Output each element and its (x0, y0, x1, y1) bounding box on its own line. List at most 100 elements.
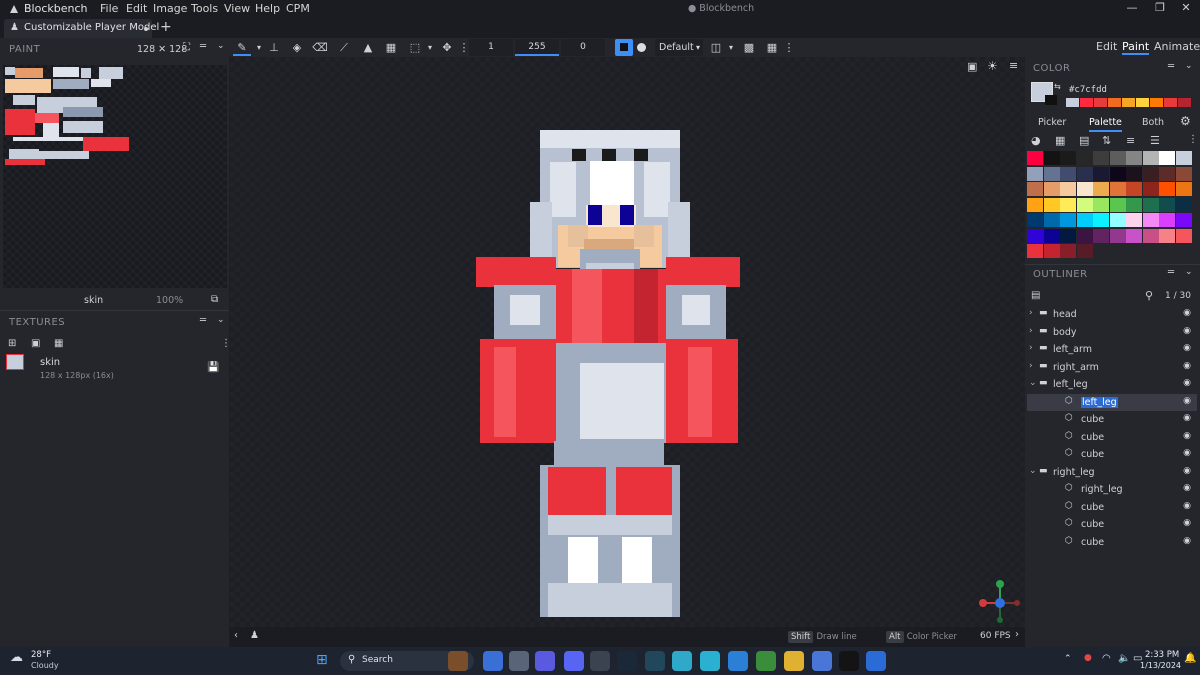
palette-swatch[interactable] (1142, 151, 1159, 165)
new-texture-icon[interactable]: ▣ (31, 338, 40, 349)
taskbar-app-blockbench-icon[interactable] (866, 651, 886, 671)
gear-icon[interactable]: ⚙ (1180, 114, 1191, 128)
chevron-right-icon[interactable]: › (1029, 308, 1033, 318)
chevron-down-icon[interactable]: ⌄ (1185, 61, 1193, 71)
palette-swatch[interactable] (1126, 213, 1142, 227)
blend-mode-select[interactable]: Default ▾ (655, 39, 703, 56)
taskbar-app-code-icon[interactable] (672, 651, 692, 671)
taskbar-app-game-icon[interactable] (645, 651, 665, 671)
palette-swatch[interactable] (1109, 197, 1126, 212)
move-tool-icon[interactable]: ✥ (438, 39, 456, 56)
eye-visibility-icon[interactable]: ◉ (1183, 413, 1191, 423)
outliner-menu-icon[interactable]: ═ (1168, 267, 1174, 278)
menu-file[interactable]: File (100, 2, 118, 15)
mode-animate[interactable]: Animate (1154, 40, 1200, 53)
palette-swatch[interactable] (1043, 213, 1060, 227)
palette-swatch[interactable] (1076, 244, 1093, 258)
outliner-cube-row[interactable]: ⬡ cube ◉ (1027, 534, 1197, 551)
palette-swatch[interactable] (1126, 228, 1142, 243)
palette-swatch[interactable] (1109, 166, 1126, 181)
taskbar-app-discord-icon[interactable] (564, 651, 584, 671)
stamp-tool-icon[interactable]: ⊥ (265, 39, 283, 56)
taskbar-app-explorer-icon[interactable] (784, 651, 804, 671)
palette-swatch[interactable] (1093, 182, 1109, 196)
opacity-input[interactable]: 255 (515, 39, 559, 56)
toolbar-more2-icon[interactable]: ⋮ (780, 39, 798, 56)
palette-swatch[interactable] (1027, 244, 1043, 258)
palette-swatch[interactable] (1027, 151, 1043, 165)
palette-swatch[interactable] (1175, 213, 1192, 227)
palette-icon[interactable]: ◕ (1031, 134, 1041, 147)
outliner-group-row[interactable]: ⌄ ▬ right_leg ◉ (1027, 464, 1197, 481)
outliner-cube-row[interactable]: ⬡ cube ◉ (1027, 446, 1197, 463)
textures-menu-icon[interactable]: ═ (200, 315, 206, 326)
palette-swatch[interactable] (1126, 151, 1142, 165)
palette-swatch[interactable] (1076, 166, 1093, 181)
volume-icon[interactable]: 🔈 (1118, 653, 1130, 664)
mirror-dropdown-icon[interactable]: ▾ (722, 39, 740, 56)
mode-edit[interactable]: Edit (1096, 40, 1117, 53)
chevron-down-icon[interactable]: ⌄ (217, 315, 225, 325)
palette-swatch[interactable] (1093, 151, 1109, 165)
palette-swatch[interactable] (1126, 166, 1142, 181)
add-to-palette-icon[interactable]: ≡ (1126, 134, 1135, 147)
recent-color-swatch[interactable] (1178, 98, 1191, 107)
chevron-down-icon[interactable]: ⌄ (1029, 466, 1037, 476)
taskbar-app-utility-icon[interactable] (590, 651, 610, 671)
fill-tool-icon[interactable]: ◈ (288, 39, 306, 56)
chevron-right-icon[interactable]: › (1029, 326, 1033, 336)
3d-viewport[interactable]: ▣ ☀ ≡ (230, 57, 1025, 627)
recent-color-swatch[interactable] (1164, 98, 1177, 107)
gradient-tool-icon[interactable]: ▦ (382, 39, 400, 56)
palette-swatch[interactable] (1027, 166, 1043, 181)
recent-color-swatch[interactable] (1108, 98, 1121, 107)
eraser-tool-icon[interactable]: ⌫ (311, 39, 329, 56)
secondary-color-swatch[interactable] (1045, 95, 1057, 105)
checkerboard-icon[interactable]: ▩ (740, 39, 758, 56)
chevron-left-icon[interactable]: ‹ (234, 630, 238, 641)
eye-visibility-icon[interactable]: ◉ (1183, 361, 1191, 371)
palette-swatch[interactable] (1076, 151, 1093, 165)
palette-swatch[interactable] (1159, 228, 1175, 243)
eye-visibility-icon[interactable]: ◉ (1183, 431, 1191, 441)
outliner-group-row[interactable]: ⌄ ▬ left_leg ◉ (1027, 376, 1197, 393)
eye-visibility-icon[interactable]: ◉ (1183, 396, 1191, 406)
tab-palette[interactable]: Palette (1089, 117, 1122, 132)
palette-swatch[interactable] (1175, 228, 1192, 243)
palette-swatch[interactable] (1093, 166, 1109, 181)
swap-colors-icon[interactable]: ⇆ (1054, 82, 1061, 91)
palette-grid-icon[interactable]: ▤ (1079, 134, 1089, 147)
outliner-add-icon[interactable]: ▤ (1031, 290, 1040, 301)
palette-swatch[interactable] (1060, 182, 1076, 196)
texture-item-name[interactable]: skin (40, 357, 60, 368)
palette-swatch[interactable] (1142, 166, 1159, 181)
mode-paint[interactable]: Paint (1122, 40, 1150, 55)
eye-visibility-icon[interactable]: ◉ (1183, 518, 1191, 528)
recent-color-swatch[interactable] (1080, 98, 1093, 107)
chevron-down-icon[interactable]: ⌄ (217, 41, 225, 51)
palette-swatch[interactable] (1027, 213, 1043, 227)
eye-visibility-icon[interactable]: ◉ (1183, 308, 1191, 318)
color-picker-tool-icon[interactable]: ⟋ (335, 39, 353, 56)
taskbar-app-minecraft-icon[interactable] (756, 651, 776, 671)
grid-icon[interactable]: ▦ (763, 39, 781, 56)
windows-start-icon[interactable]: ⊞ (316, 652, 328, 668)
uv-editor-canvas[interactable] (3, 65, 227, 288)
palette-swatch[interactable] (1043, 182, 1060, 196)
outliner-label[interactable]: left_leg (1081, 396, 1118, 408)
palette-swatch[interactable] (1043, 228, 1060, 243)
axis-gizmo[interactable] (974, 577, 1024, 625)
square-brush-button[interactable] (615, 39, 633, 56)
outliner-cube-row[interactable]: ⬡ left_leg ◉ (1027, 393, 1197, 411)
palette-swatch[interactable] (1109, 228, 1126, 243)
menu-image[interactable]: Image (153, 2, 187, 15)
selection-dropdown-icon[interactable]: ▾ (421, 39, 439, 56)
palette-swatch[interactable] (1159, 182, 1175, 196)
brush-size-input[interactable]: 1 (469, 39, 513, 56)
menu-cpm[interactable]: CPM (286, 2, 310, 15)
palette-swatch[interactable] (1043, 166, 1060, 181)
chevron-up-icon[interactable]: ⌃ (1064, 654, 1072, 664)
softness-input[interactable]: 0 (561, 39, 605, 56)
palette-swatch[interactable] (1175, 166, 1192, 181)
palette-swatch[interactable] (1126, 182, 1142, 196)
